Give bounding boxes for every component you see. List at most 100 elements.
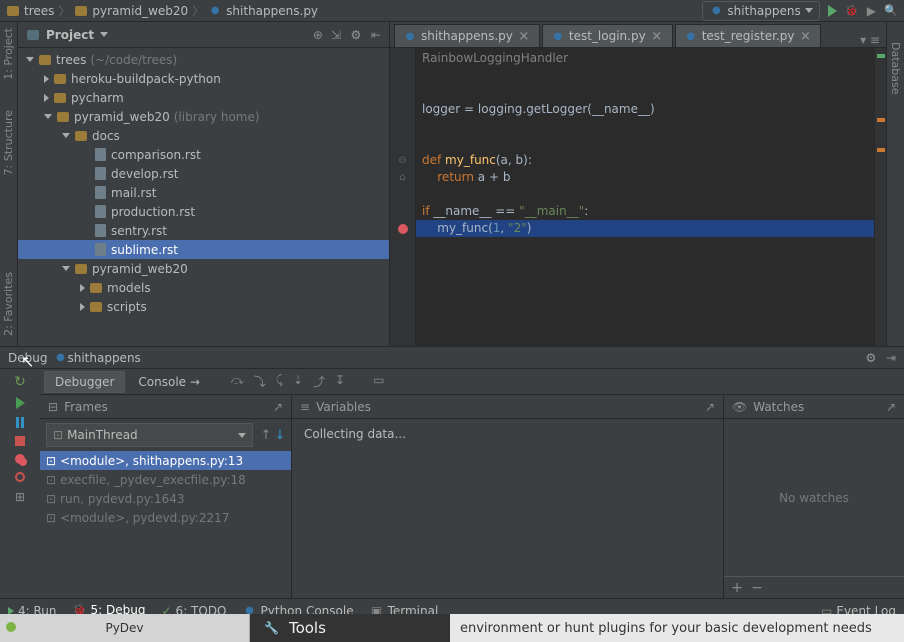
gutter-row[interactable] [390, 203, 415, 220]
frame-row[interactable]: ⊡execfile, _pydev_execfile.py:18 [40, 470, 291, 489]
expand-icon[interactable] [44, 114, 52, 119]
gear-icon[interactable] [864, 351, 878, 365]
run-config-selector[interactable]: shithappens [702, 1, 819, 21]
tree-row[interactable]: pycharm [18, 88, 389, 107]
code-line[interactable] [416, 135, 874, 152]
restore-icon[interactable]: ↗ [886, 400, 896, 414]
collapse-all-icon[interactable]: ⇲ [331, 28, 341, 42]
tree-row[interactable]: mail.rst [18, 183, 389, 202]
expand-icon[interactable] [44, 75, 49, 83]
gutter-row[interactable] [390, 101, 415, 118]
tabbar-tools[interactable]: ▾ ≡ [854, 33, 886, 47]
gutter-row[interactable]: ⊖ [390, 152, 415, 169]
gutter-row[interactable] [390, 135, 415, 152]
tool-favorites[interactable]: 2: Favorites [2, 272, 15, 336]
tree-row[interactable]: comparison.rst [18, 145, 389, 164]
tree-row[interactable]: heroku-buildpack-python [18, 69, 389, 88]
code-line[interactable] [416, 67, 874, 84]
tab-console[interactable]: Console → [127, 371, 211, 393]
tree-row[interactable]: trees (~/code/trees) [18, 50, 389, 69]
add-watch-button[interactable] [730, 581, 744, 595]
code-line[interactable]: RainbowLoggingHandler [416, 50, 874, 67]
gear-icon[interactable] [349, 28, 363, 42]
tree-row[interactable]: models [18, 278, 389, 297]
step-into-icon[interactable]: ⤵ [254, 373, 266, 390]
expand-icon[interactable] [62, 133, 70, 138]
expand-icon[interactable] [80, 284, 85, 292]
force-step-icon[interactable]: ⇣ [293, 373, 303, 390]
tools-tab[interactable]: 🔧 Tools [250, 614, 450, 642]
threads-button[interactable] [15, 472, 25, 482]
close-tab-icon[interactable] [517, 29, 531, 43]
scroll-from-source-icon[interactable]: ⊕ [313, 28, 323, 42]
tree-row[interactable]: pyramid_web20 [18, 259, 389, 278]
gutter-row[interactable] [390, 50, 415, 67]
step-into-my-icon[interactable]: ⤹ [276, 373, 283, 390]
run-to-cursor-icon[interactable]: ↧ [335, 373, 345, 390]
breakpoint-icon[interactable] [398, 224, 408, 234]
gutter-row[interactable] [390, 84, 415, 101]
run-button[interactable] [828, 5, 837, 17]
expand-icon[interactable] [80, 303, 85, 311]
editor-code[interactable]: RainbowLoggingHandler logger = logging.ge… [416, 48, 874, 346]
error-stripe[interactable] [874, 48, 886, 346]
prev-frame-button[interactable] [259, 428, 273, 442]
tool-database[interactable]: Database [889, 42, 902, 95]
expand-icon[interactable] [62, 266, 70, 271]
tool-project[interactable]: 1: Project [2, 28, 15, 80]
search-button[interactable] [884, 4, 898, 18]
pydev-tab[interactable]: PyDev [0, 614, 250, 642]
gutter-row[interactable]: ⌂ [390, 169, 415, 186]
tree-row[interactable]: develop.rst [18, 164, 389, 183]
tab-debugger[interactable]: Debugger [44, 371, 125, 393]
editor-tab[interactable]: test_register.py [675, 24, 822, 47]
remove-watch-button[interactable] [750, 581, 764, 595]
close-tab-icon[interactable] [650, 29, 664, 43]
editor-tab[interactable]: test_login.py [542, 24, 673, 47]
tree-row[interactable]: sentry.rst [18, 221, 389, 240]
code-line[interactable]: logger = logging.getLogger(__name__) [416, 101, 874, 118]
project-tree[interactable]: trees (~/code/trees)heroku-buildpack-pyt… [18, 48, 389, 346]
breakpoints-button[interactable] [15, 454, 25, 464]
frame-row[interactable]: ⊡run, pydevd.py:1643 [40, 489, 291, 508]
restore-icon[interactable]: ↗ [705, 400, 715, 414]
expand-icon[interactable] [26, 57, 34, 62]
breadcrumb-item[interactable]: trees [24, 4, 54, 18]
code-line[interactable]: my_func(1, "2") [416, 220, 874, 237]
code-line[interactable]: if __name__ == "__main__": [416, 203, 874, 220]
editor-gutter[interactable]: ⊖⌂ [390, 48, 416, 346]
tree-row[interactable]: scripts [18, 297, 389, 316]
frame-row[interactable]: ⊡<module>, shithappens.py:13 [40, 451, 291, 470]
code-line[interactable] [416, 118, 874, 135]
debug-button[interactable] [845, 4, 859, 18]
expand-icon[interactable] [44, 94, 49, 102]
tree-row[interactable]: sublime.rst [18, 240, 389, 259]
gutter-row[interactable] [390, 220, 415, 237]
more-button[interactable]: ▶ [867, 4, 876, 18]
pause-button[interactable] [16, 417, 24, 428]
tree-row[interactable]: production.rst [18, 202, 389, 221]
chevron-down-icon[interactable] [100, 32, 108, 37]
evaluate-icon[interactable]: ▭ [373, 373, 384, 390]
next-frame-button[interactable] [273, 428, 287, 442]
gutter-row[interactable] [390, 118, 415, 135]
editor-tab[interactable]: shithappens.py [394, 24, 540, 47]
hide-icon[interactable]: ⇤ [371, 28, 381, 42]
code-line[interactable]: return a + b [416, 169, 874, 186]
breadcrumb-item[interactable]: pyramid_web20 [92, 4, 188, 18]
code-line[interactable]: def my_func(a, b): [416, 152, 874, 169]
thread-selector[interactable]: ⊡ MainThread [46, 423, 253, 447]
tree-row[interactable]: pyramid_web20 (library home) [18, 107, 389, 126]
gutter-row[interactable] [390, 67, 415, 84]
gutter-row[interactable] [390, 186, 415, 203]
code-line[interactable] [416, 84, 874, 101]
stop-button[interactable] [15, 436, 25, 446]
code-line[interactable] [416, 186, 874, 203]
frames-list[interactable]: ⊡<module>, shithappens.py:13⊡execfile, _… [40, 451, 291, 527]
tool-structure[interactable]: 7: Structure [2, 110, 15, 175]
rerun-button[interactable] [13, 375, 27, 389]
breadcrumb-item[interactable]: shithappens.py [226, 4, 318, 18]
layout-button[interactable]: ⊞ [15, 490, 25, 504]
step-out-icon[interactable]: ⤴ [313, 373, 325, 390]
close-tab-icon[interactable] [798, 29, 812, 43]
